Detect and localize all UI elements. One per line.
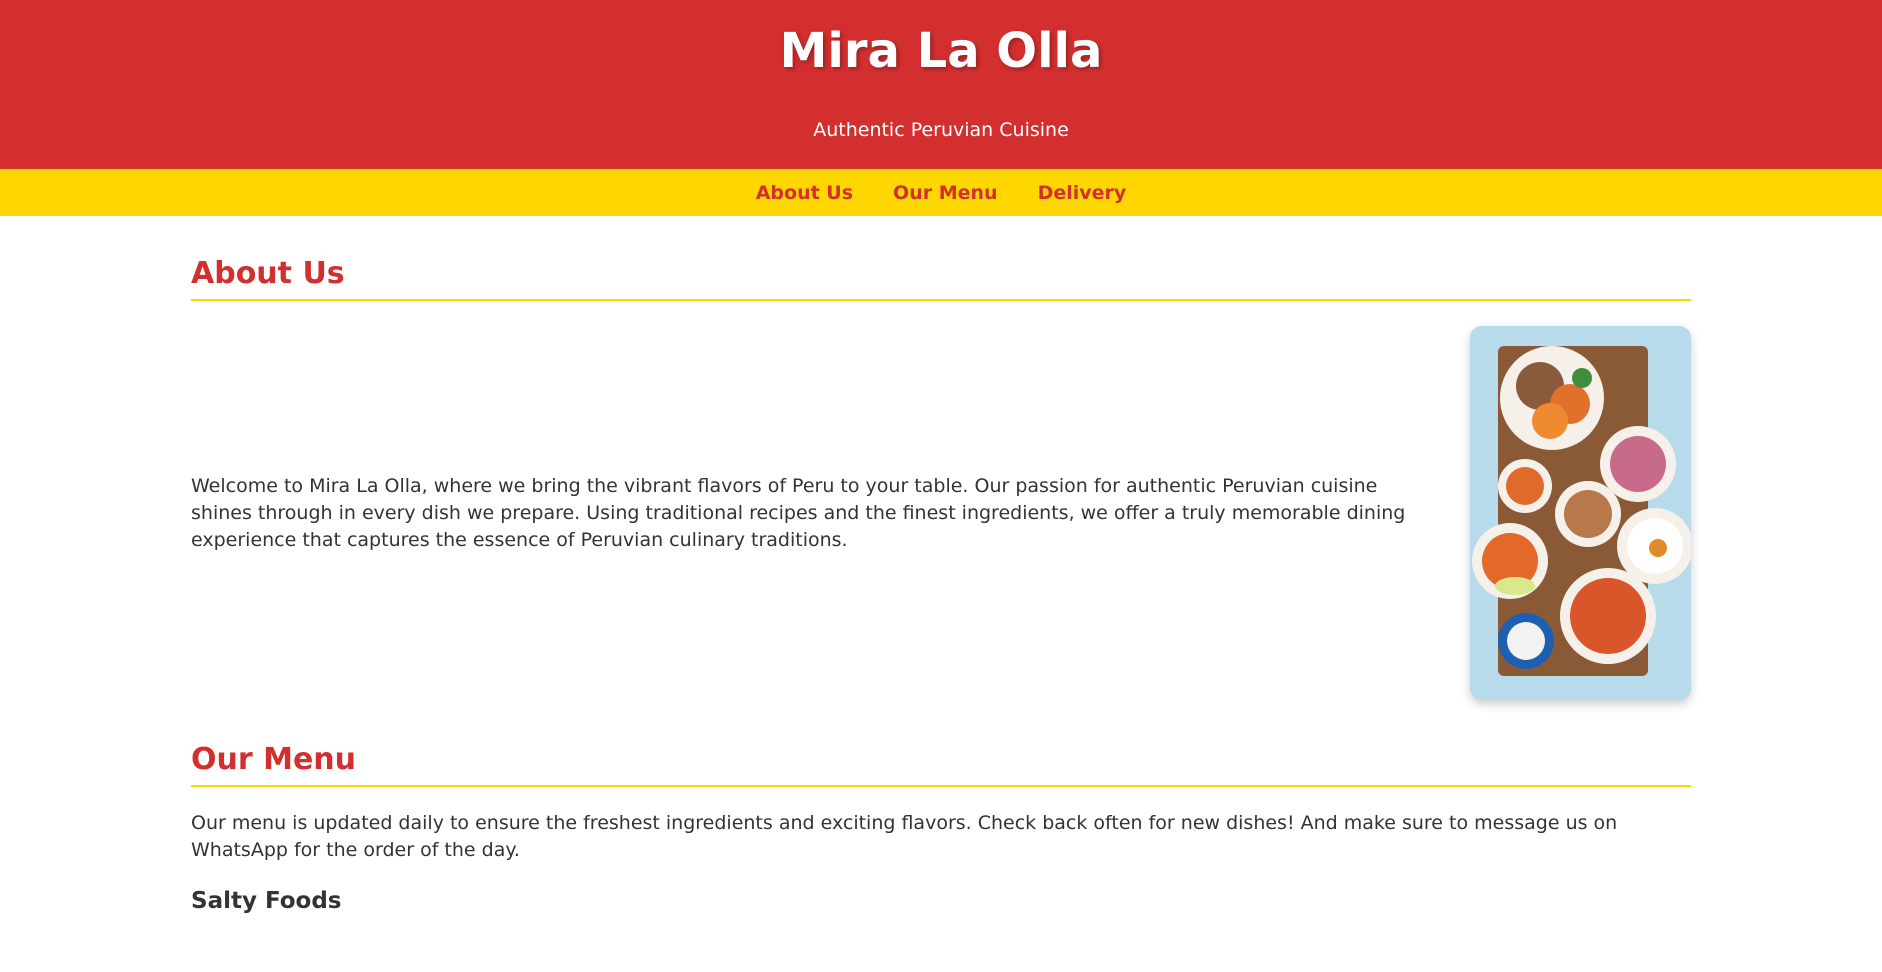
nav-bar: About Us Our Menu Delivery (0, 169, 1882, 216)
menu-section: Our Menu Our menu is updated daily to en… (191, 742, 1691, 914)
menu-text: Our menu is updated daily to ensure the … (191, 812, 1618, 861)
nav-link-our-menu[interactable]: Our Menu (893, 182, 998, 204)
food-platter-illustration (1470, 326, 1691, 700)
about-text: Welcome to Mira La Olla, where we bring … (191, 474, 1406, 551)
about-section: About Us Welcome to Mira La Olla, where … (191, 256, 1691, 700)
nav-link-delivery[interactable]: Delivery (1038, 182, 1127, 204)
menu-section-title: Our Menu (191, 742, 1691, 787)
site-title: Mira La Olla (779, 23, 1103, 79)
about-section-title: About Us (191, 256, 1691, 301)
about-row: Welcome to Mira La Olla, where we bring … (191, 326, 1691, 700)
site-tagline: Authentic Peruvian Cuisine (813, 119, 1069, 141)
main-content: About Us Welcome to Mira La Olla, where … (191, 256, 1691, 914)
salty-foods-heading: Salty Foods (191, 888, 342, 914)
nav-link-about-us[interactable]: About Us (756, 182, 853, 204)
food-platter-image (1470, 326, 1691, 700)
site-header: Mira La Olla Authentic Peruvian Cuisine (0, 0, 1882, 169)
